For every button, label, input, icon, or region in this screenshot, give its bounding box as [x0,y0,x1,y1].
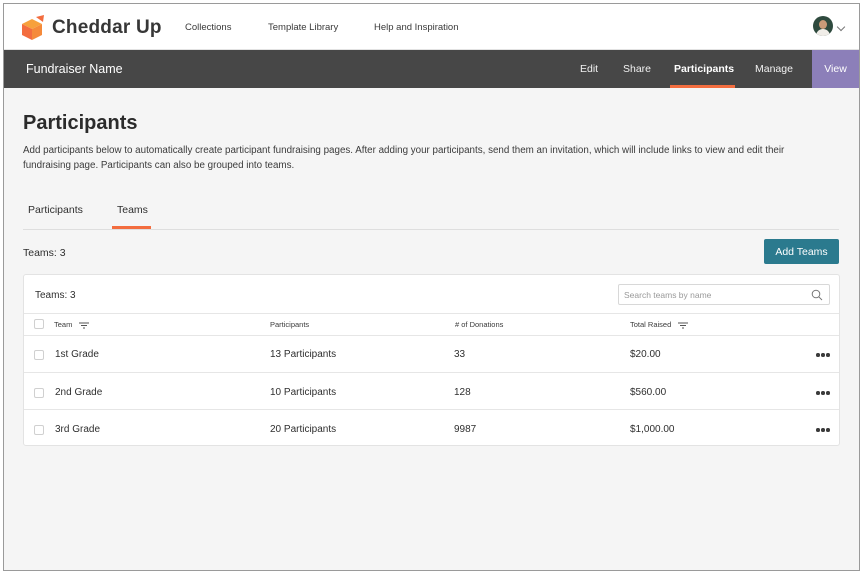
tab-participants-list[interactable]: Participants [28,204,83,216]
team-name[interactable]: 2nd Grade [55,387,102,398]
active-tab-indicator [670,85,735,88]
donations-count: 33 [454,349,466,360]
column-label-total-raised: Total Raised [630,320,672,329]
total-raised: $1,000.00 [630,424,675,435]
team-name[interactable]: 1st Grade [55,349,99,360]
page-title: Participants [23,112,138,134]
search-box [618,284,830,305]
top-navigation: Cheddar Up Collections Template Library … [4,4,859,50]
column-header-participants[interactable]: Participants [270,320,309,329]
more-options-icon[interactable] [816,428,830,432]
donations-count: 128 [454,387,471,398]
column-header-donations[interactable]: # of Donations [455,320,503,329]
row-checkbox[interactable] [34,350,44,360]
collection-bar: Fundraiser Name Edit Share Participants … [4,50,859,88]
app-window: Cheddar Up Collections Template Library … [3,3,860,571]
avatar-body [816,29,830,36]
nav-collections[interactable]: Collections [185,22,231,33]
row-checkbox[interactable] [34,388,44,398]
search-icon[interactable] [811,289,823,301]
chevron-down-icon[interactable] [836,22,846,32]
user-avatar[interactable] [813,16,833,36]
cheddar-up-logo-icon [22,15,44,40]
tab-share[interactable]: Share [623,63,651,75]
more-options-icon[interactable] [816,353,830,357]
row-divider [24,409,839,410]
tabs-divider [23,229,839,230]
select-all-checkbox[interactable] [34,319,44,329]
column-label-team: Team [54,320,73,329]
app-name: Cheddar Up [52,17,162,38]
total-raised: $560.00 [630,387,667,398]
tab-edit[interactable]: Edit [580,63,598,75]
more-options-icon[interactable] [816,391,830,395]
teams-count: Teams: 3 [23,247,66,259]
logo[interactable]: Cheddar Up [18,15,162,41]
fundraiser-name: Fundraiser Name [26,62,123,76]
donations-count: 9987 [454,424,477,435]
total-raised: $20.00 [630,349,661,360]
row-divider [24,372,839,373]
view-button[interactable]: View [812,50,859,88]
avatar-face [819,20,827,29]
sort-icon [79,322,90,329]
nav-template-library[interactable]: Template Library [268,22,338,33]
column-header-team[interactable]: Team [54,320,90,329]
header-top-rule [24,313,839,314]
tab-teams[interactable]: Teams [117,204,148,216]
tab-manage[interactable]: Manage [755,63,793,75]
teams-table: Teams: 3 Team Participants # of Donation… [23,274,840,446]
search-input[interactable] [624,288,804,302]
tab-participants[interactable]: Participants [674,63,734,75]
header-bottom-rule [24,335,839,336]
participants-count: 13 Participants [270,349,337,360]
row-checkbox[interactable] [34,425,44,435]
add-teams-button[interactable]: Add Teams [764,239,839,264]
nav-help-inspiration[interactable]: Help and Inspiration [374,22,459,33]
column-header-total-raised[interactable]: Total Raised [630,320,689,329]
sort-icon [678,322,689,329]
team-name[interactable]: 3rd Grade [55,424,100,435]
participants-count: 20 Participants [270,424,337,435]
page-intro: Add participants below to automatically … [23,145,785,171]
participants-count: 10 Participants [270,387,337,398]
table-count: Teams: 3 [35,290,76,301]
